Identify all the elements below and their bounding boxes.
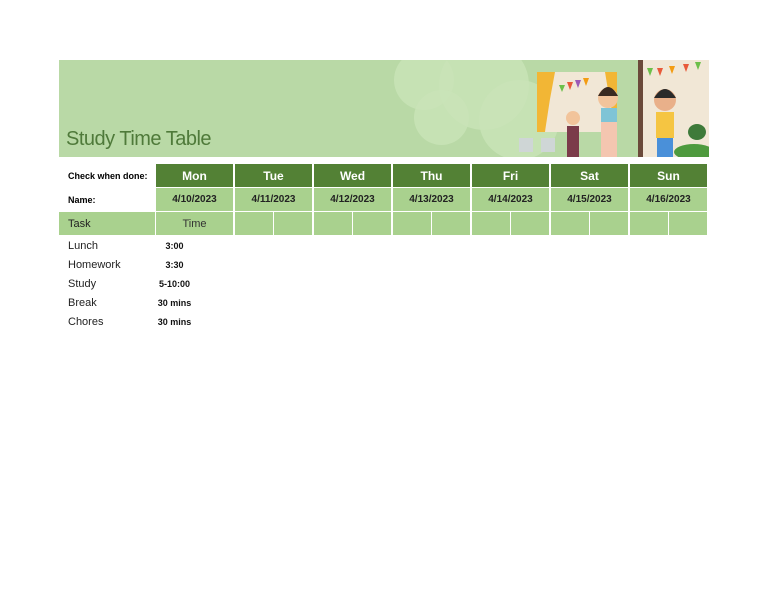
day-header-fri: Fri [472,164,549,187]
check-cell[interactable] [669,212,707,235]
check-when-done-label: Check when done: [68,170,148,181]
check-cell[interactable] [511,212,549,235]
header-banner: Study Time Table [59,60,709,157]
day-header-tue: Tue [235,164,312,187]
check-cell[interactable] [472,212,510,235]
date-sun: 4/16/2023 [630,188,707,211]
date-mon: 4/10/2023 [156,188,233,211]
time-break: 30 mins [157,297,192,308]
check-cell[interactable] [274,212,312,235]
task-header: Task [59,212,155,235]
check-cell[interactable] [235,212,273,235]
day-header-sun: Sun [630,164,707,187]
family-chores-illustration [519,60,709,157]
check-cell[interactable] [353,212,391,235]
day-header-wed: Wed [314,164,391,187]
date-wed: 4/12/2023 [314,188,391,211]
check-cell[interactable] [590,212,628,235]
time-study: 5-10:00 [158,278,191,289]
day-header-thu: Thu [393,164,470,187]
date-tue: 4/11/2023 [235,188,312,211]
page-title: Study Time Table [66,128,212,150]
check-cell[interactable] [551,212,589,235]
check-cell[interactable] [630,212,668,235]
name-label: Name: [68,194,96,205]
time-homework: 3:30 [165,259,184,270]
day-header-mon: Mon [156,164,233,187]
date-fri: 4/14/2023 [472,188,549,211]
day-header-sat: Sat [551,164,628,187]
check-cell[interactable] [432,212,470,235]
date-thu: 4/13/2023 [393,188,470,211]
check-cell[interactable] [393,212,431,235]
time-chores: 30 mins [157,316,192,327]
check-cell[interactable] [314,212,352,235]
time-header: Time [156,212,233,235]
date-sat: 4/15/2023 [551,188,628,211]
time-lunch: 3:00 [165,240,184,251]
